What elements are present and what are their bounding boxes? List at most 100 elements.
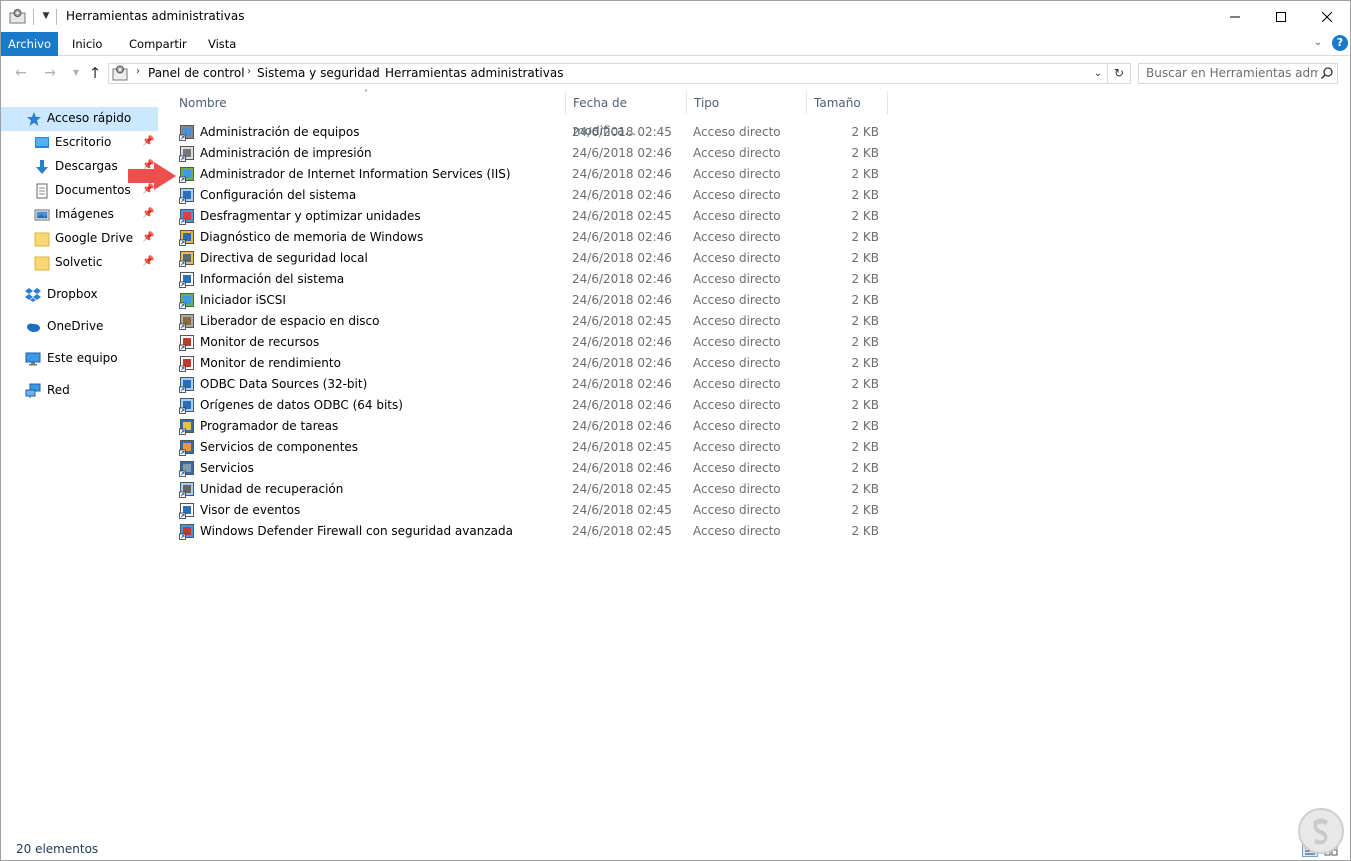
pin-icon[interactable]: 📌 [142,136,154,148]
back-arrow-icon[interactable]: ← [12,65,30,81]
breadcrumb-herramientas-administrativas[interactable]: Herramientas administrativas [385,66,563,80]
pin-icon[interactable]: 📌 [142,232,154,244]
pin-icon[interactable]: 📌 [142,256,154,268]
file-date: 24/6/2018 02:46 [572,293,672,307]
refresh-icon[interactable]: ↻ [1108,63,1131,84]
file-row[interactable]: Iniciador iSCSI 24/6/2018 02:46 Acceso dir… [172,290,892,311]
file-name: Configuración del sistema [200,188,357,202]
file-row[interactable]: Servicios de componentes 24/6/2018 02:45 A… [172,437,892,458]
breadcrumb-panel-de-control[interactable]: Panel de control [148,66,245,80]
column-header-date[interactable]: Fecha de modifica... [566,89,687,138]
tab-inicio[interactable]: Inicio [60,32,114,56]
file-type: Acceso directo [693,335,781,349]
file-row[interactable]: Directiva de seguridad local 24/6/2018 02… [172,248,892,269]
sidebar-item-dropbox[interactable]: Dropbox [1,283,158,307]
file-size: 2 KB [851,272,879,286]
sidebar-item-label: Descargas [55,159,118,173]
file-row[interactable]: Diagnóstico de memoria de Windows 24/6/20… [172,227,892,248]
close-button[interactable] [1304,1,1350,32]
file-date: 24/6/2018 02:46 [572,146,672,160]
sidebar-item-acceso-rapido[interactable]: Acceso rápido [1,107,158,131]
sidebar-item-google-drive[interactable]: Google Drive 📌 [1,227,158,251]
file-row[interactable]: Información del sistema 24/6/2018 02:46 Ac… [172,269,892,290]
file-type: Acceso directo [693,146,781,160]
up-arrow-icon[interactable]: ↑ [86,65,104,81]
column-header-type[interactable]: Tipo [687,89,807,116]
file-type: Acceso directo [693,230,781,244]
disk-cleanup-icon [179,314,194,330]
watermark-logo-icon [1298,808,1344,854]
file-name: Servicios [200,461,254,475]
forward-arrow-icon[interactable]: → [41,65,59,81]
sidebar-item-este-equipo[interactable]: Este equipo [1,347,158,371]
column-divider[interactable] [887,91,888,114]
sidebar-item-label: Escritorio [55,135,112,149]
printer-icon [179,146,194,162]
minimize-button[interactable] [1212,1,1258,32]
search-input[interactable]: Buscar en Herramientas admi... [1138,63,1338,84]
file-row[interactable]: Administración de equipos 24/6/2018 02:45… [172,122,892,143]
breadcrumb-separator-icon[interactable]: › [136,66,140,77]
breadcrumb-separator-icon[interactable]: › [374,66,378,77]
computer-icon [25,352,41,366]
firewall-icon [179,524,194,540]
file-row[interactable]: Windows Defender Firewall con seguridad … [172,521,892,542]
file-size: 2 KB [851,419,879,433]
folder-icon [34,232,50,247]
file-row[interactable]: Administrador de Internet Information Se… [172,164,892,185]
recent-locations-chevron-icon[interactable]: ▼ [67,65,85,81]
file-row[interactable]: Desfragmentar y optimizar unidades 24/6/2… [172,206,892,227]
folder-icon [34,256,50,271]
file-row[interactable]: Programador de tareas 24/6/2018 02:46 Acce… [172,416,892,437]
quick-access-dropdown-icon[interactable]: ▼ [40,9,52,23]
address-bar[interactable]: › Panel de control › Sistema y seguridad… [108,63,1108,84]
admin-tools-icon[interactable] [9,8,26,25]
search-icon[interactable] [1320,66,1334,80]
iis-icon [179,167,194,183]
navigation-row: ← → ▼ ↑ › Panel de control › Sistema y s… [1,57,1350,89]
onedrive-cloud-icon [27,323,40,332]
file-size: 2 KB [851,251,879,265]
file-type: Acceso directo [693,209,781,223]
breadcrumb-separator-icon[interactable]: › [247,66,251,77]
performance-monitor-icon [179,356,194,372]
file-row[interactable]: Unidad de recuperación 24/6/2018 02:45 Acc… [172,479,892,500]
maximize-button[interactable] [1258,1,1304,32]
file-row[interactable]: Monitor de recursos 24/6/2018 02:46 Acceso… [172,332,892,353]
file-row[interactable]: Orígenes de datos ODBC (64 bits) 24/6/201… [172,395,892,416]
breadcrumb-sistema-y-seguridad[interactable]: Sistema y seguridad [257,66,380,80]
sidebar-item-onedrive[interactable]: OneDrive [1,315,158,339]
sidebar-item-solvetic[interactable]: Solvetic 📌 [1,251,158,275]
file-row[interactable]: Liberador de espacio en disco 24/6/2018 0… [172,311,892,332]
file-type: Acceso directo [693,167,781,181]
file-date: 24/6/2018 02:45 [572,314,672,328]
title-separator [33,9,34,25]
file-row[interactable]: Administración de impresión 24/6/2018 02:… [172,143,892,164]
sidebar-item-red[interactable]: Red [1,379,158,403]
file-row[interactable]: Servicios 24/6/2018 02:46 Acceso directo 2 … [172,458,892,479]
tab-compartir[interactable]: Compartir [117,32,199,56]
file-row[interactable]: ODBC Data Sources (32-bit) 24/6/2018 02:4… [172,374,892,395]
ribbon-expand-chevron-icon[interactable]: ⌄ [1312,37,1324,49]
sidebar-item-imagenes[interactable]: Imágenes 📌 [1,203,158,227]
help-icon[interactable]: ? [1332,35,1348,51]
file-size: 2 KB [851,524,879,538]
pin-icon[interactable]: 📌 [142,208,154,220]
sidebar-item-escritorio[interactable]: Escritorio 📌 [1,131,158,155]
file-name: Windows Defender Firewall con seguridad … [200,524,513,538]
component-services-icon [179,440,194,456]
file-row[interactable]: Visor de eventos 24/6/2018 02:45 Acceso di… [172,500,892,521]
file-row[interactable]: Configuración del sistema 24/6/2018 02:46… [172,185,892,206]
dropbox-icon [25,288,41,302]
tab-vista[interactable]: Vista [196,32,248,56]
file-date: 24/6/2018 02:46 [572,356,672,370]
sidebar-item-label: Acceso rápido [47,111,132,125]
column-header-size[interactable]: Tamaño [807,89,888,116]
address-dropdown-chevron-icon[interactable]: ⌄ [1092,67,1104,81]
sidebar-item-label: OneDrive [47,319,104,333]
file-date: 24/6/2018 02:46 [572,167,672,181]
window-title: Herramientas administrativas [66,9,245,23]
tab-archivo[interactable]: Archivo [1,32,58,56]
column-header-name[interactable]: Nombre [172,89,566,116]
file-row[interactable]: Monitor de rendimiento 24/6/2018 02:46 Acc… [172,353,892,374]
